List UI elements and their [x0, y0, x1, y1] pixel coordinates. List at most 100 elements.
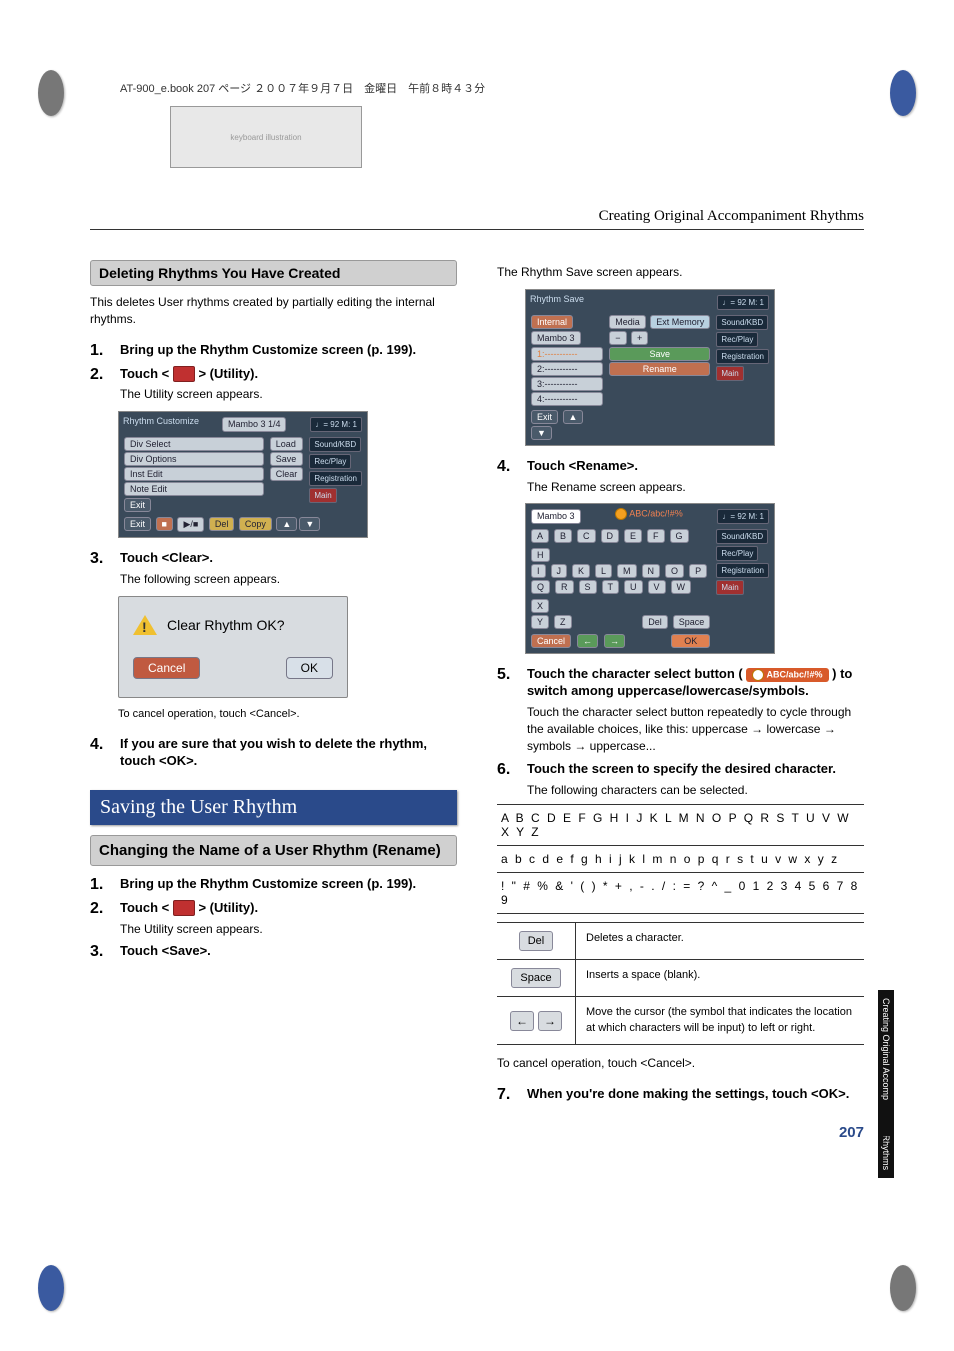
- side-tab[interactable]: Main: [309, 488, 336, 503]
- menu-item[interactable]: Note Edit: [124, 482, 264, 496]
- step-title: Touch < > (Utility).: [120, 366, 457, 383]
- page-number: 207: [497, 1124, 864, 1141]
- warning-icon: [133, 615, 157, 635]
- heading-saving-user-rhythm: Saving the User Rhythm: [90, 790, 457, 825]
- cancel-button[interactable]: Cancel: [531, 634, 571, 648]
- minus-button[interactable]: −: [609, 331, 626, 345]
- side-tab[interactable]: Sound/KBD: [716, 315, 768, 330]
- side-tab[interactable]: Rec/Play: [716, 546, 758, 561]
- step-number: 2.: [90, 900, 112, 938]
- step-desc: The following characters can be selected…: [527, 782, 864, 799]
- right-column: The Rhythm Save screen appears. Rhythm S…: [497, 260, 864, 1141]
- step-number: 1.: [90, 876, 112, 894]
- side-tab-marker: [879, 1100, 894, 1136]
- rename-button[interactable]: Rename: [609, 362, 710, 376]
- step-number: 7.: [497, 1086, 519, 1104]
- arrows-desc: Move the cursor (the symbol that indicat…: [576, 997, 864, 1044]
- page: AT-900_e.book 207 ページ ２００７年９月７日 金曜日 午前８時…: [90, 80, 864, 1141]
- step-title: Touch <Save>.: [120, 943, 457, 960]
- del-key-img: Del: [519, 931, 554, 951]
- space-key[interactable]: Space: [673, 615, 711, 629]
- ext-memory-button[interactable]: Ext Memory: [650, 315, 710, 329]
- side-tab[interactable]: Main: [716, 366, 743, 381]
- exit-button[interactable]: Exit: [124, 498, 151, 512]
- step-number: 6.: [497, 761, 519, 799]
- space-desc: Inserts a space (blank).: [576, 960, 864, 996]
- load-button[interactable]: Load: [270, 437, 304, 451]
- side-tab-label: Creating Original Accompaniment Rhythms: [878, 990, 894, 1178]
- cancel-button[interactable]: Cancel: [133, 657, 200, 679]
- slot[interactable]: 2:-----------: [531, 362, 603, 376]
- side-tab[interactable]: Sound/KBD: [309, 437, 361, 452]
- side-tab[interactable]: Main: [716, 580, 743, 595]
- confirm-message: Clear Rhythm OK?: [167, 617, 284, 633]
- utility-icon: [173, 900, 195, 916]
- crop-oval: [38, 70, 64, 116]
- intro-text: The Rhythm Save screen appears.: [497, 264, 864, 281]
- step-number: 5.: [497, 666, 519, 754]
- ok-button[interactable]: OK: [671, 634, 710, 648]
- step-title: Touch < > (Utility).: [120, 900, 457, 917]
- char-row-symbols: ! " # % & ' ( ) * + , - . / : = ? ^ _ 0 …: [497, 872, 864, 914]
- copy-button[interactable]: Copy: [239, 517, 272, 531]
- del-key[interactable]: Del: [642, 615, 668, 629]
- step-desc: Touch the character select button repeat…: [527, 704, 864, 754]
- step-title: Touch <Clear>.: [120, 550, 457, 567]
- confirm-dialog: Clear Rhythm OK? Cancel OK: [118, 596, 348, 698]
- step-number: 3.: [90, 550, 112, 588]
- crop-oval: [890, 1265, 916, 1311]
- rhythm-save-screen: Rhythm Save ♩= 92 M: 1 Internal Mambo 3 …: [525, 289, 775, 446]
- step-desc: The Rename screen appears.: [527, 479, 864, 496]
- side-tab[interactable]: Registration: [309, 471, 362, 486]
- location-internal[interactable]: Internal: [531, 315, 573, 329]
- arrow-right-icon: →: [538, 1011, 562, 1031]
- del-button[interactable]: Del: [209, 517, 235, 531]
- save-button[interactable]: Save: [609, 347, 710, 361]
- name-field[interactable]: Mambo 3: [531, 509, 581, 524]
- menu-item[interactable]: Inst Edit: [124, 467, 264, 481]
- side-tab[interactable]: Registration: [716, 563, 769, 578]
- cancel-note: To cancel operation, touch <Cancel>.: [497, 1055, 864, 1072]
- step-title: Touch <Rename>.: [527, 458, 864, 475]
- slot[interactable]: 4:-----------: [531, 392, 603, 406]
- char-row-lower: a b c d e f g h i j k l m n o p q r s t …: [497, 845, 864, 872]
- step-title: If you are sure that you wish to delete …: [120, 736, 457, 770]
- step-number: 4.: [90, 736, 112, 770]
- step-title: Touch the character select button ( ABC/…: [527, 666, 864, 700]
- exit-button[interactable]: Exit: [124, 517, 151, 531]
- book-header-line: AT-900_e.book 207 ページ ２００７年９月７日 金曜日 午前８時…: [120, 80, 864, 96]
- product-illustration: keyboard illustration: [170, 106, 362, 168]
- clear-button[interactable]: Clear: [270, 467, 304, 481]
- step-title: Bring up the Rhythm Customize screen (p.…: [120, 342, 457, 359]
- heading-deleting-rhythms: Deleting Rhythms You Have Created: [90, 260, 457, 286]
- step-number: 3.: [90, 943, 112, 961]
- step-title: Touch the screen to specify the desired …: [527, 761, 864, 778]
- side-tab[interactable]: Rec/Play: [716, 332, 758, 347]
- step-desc: The following screen appears.: [120, 571, 457, 588]
- rhythm-name: Mambo 3: [531, 331, 581, 345]
- char-mode[interactable]: ABC/abc/!#%: [629, 509, 683, 519]
- arrow-left-icon: ←: [510, 1011, 534, 1031]
- exit-button[interactable]: Exit: [531, 410, 558, 424]
- slot[interactable]: 1:-----------: [531, 347, 603, 361]
- media-label: Media: [609, 315, 646, 329]
- step-title: Bring up the Rhythm Customize screen (p.…: [120, 876, 457, 893]
- crop-oval: [890, 70, 916, 116]
- cancel-note: To cancel operation, touch <Cancel>.: [118, 708, 457, 720]
- side-tab[interactable]: Rec/Play: [309, 454, 351, 469]
- step-desc: The Utility screen appears.: [120, 921, 457, 938]
- ok-button[interactable]: OK: [286, 657, 333, 679]
- step-number: 4.: [497, 458, 519, 496]
- slot[interactable]: 3:-----------: [531, 377, 603, 391]
- save-button[interactable]: Save: [270, 452, 304, 466]
- space-key-img: Space: [511, 968, 560, 988]
- plus-button[interactable]: +: [631, 331, 648, 345]
- heading-rename: Changing the Name of a User Rhythm (Rena…: [90, 835, 457, 866]
- side-tab[interactable]: Registration: [716, 349, 769, 364]
- intro-text: This deletes User rhythms created by par…: [90, 294, 457, 328]
- menu-item[interactable]: Div Options: [124, 452, 264, 466]
- side-tab[interactable]: Sound/KBD: [716, 529, 768, 544]
- crop-oval: [38, 1265, 64, 1311]
- menu-item[interactable]: Div Select: [124, 437, 264, 451]
- chapter-title: Creating Original Accompaniment Rhythms: [90, 208, 864, 230]
